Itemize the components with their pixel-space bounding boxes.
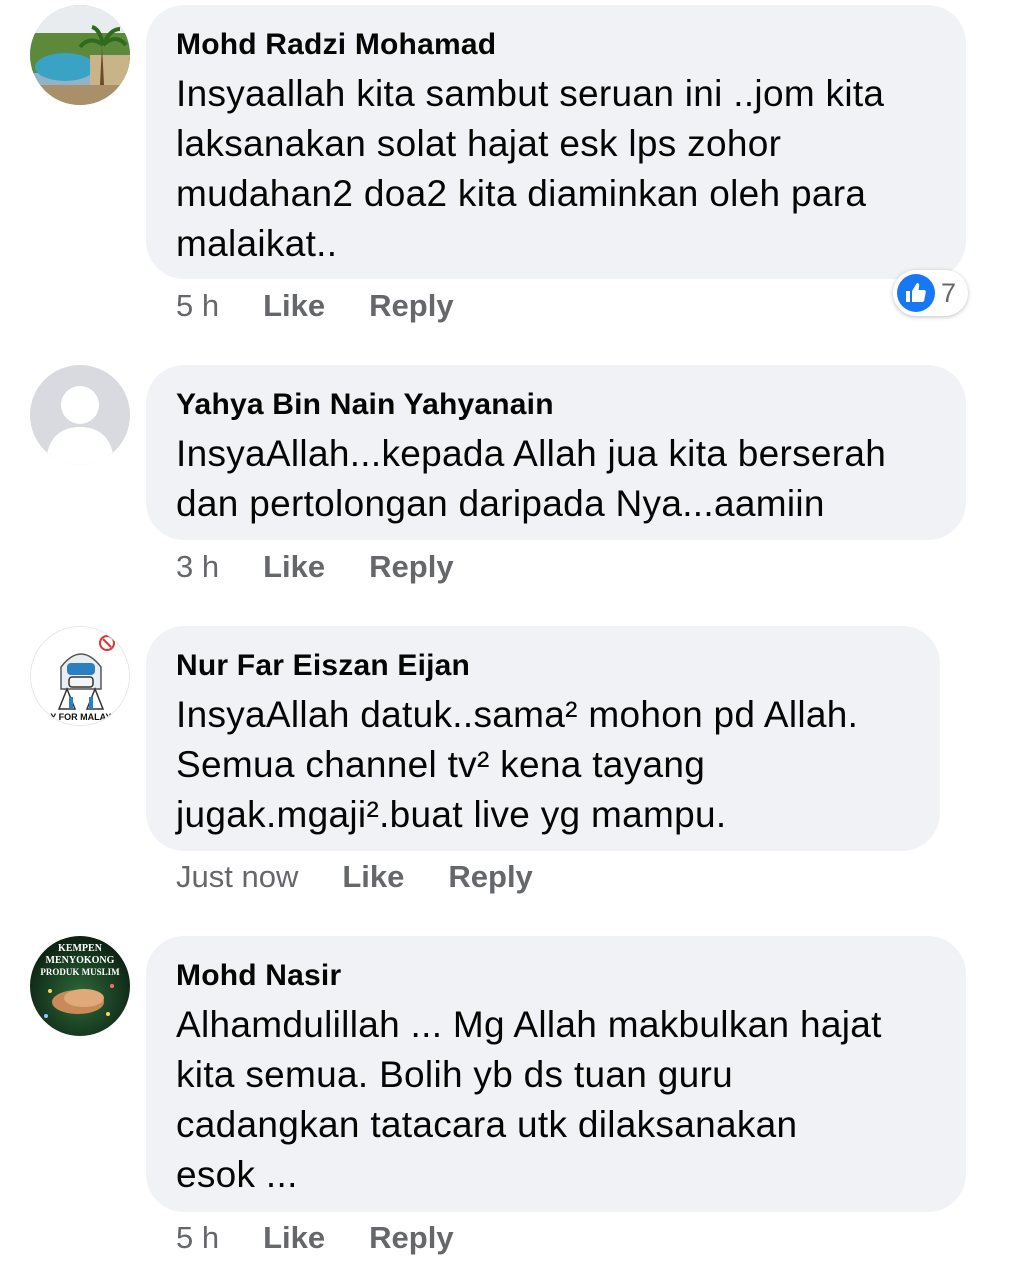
comment-text-line: dan pertolongan daripada Nya...aamiin	[176, 483, 825, 524]
comment-author[interactable]: Nur Far Eiszan Eijan	[176, 648, 910, 684]
avatar-caption-line: KEMPEN	[58, 943, 103, 954]
comment-actions: 5 h Like Reply	[176, 1218, 498, 1258]
avatar[interactable]: AY FOR MALAYS	[30, 626, 130, 726]
comment-timestamp[interactable]: 3 h	[176, 547, 219, 587]
comment-text-line: Insyaallah kita sambut seruan ini ..jom …	[176, 73, 885, 114]
reply-button[interactable]: Reply	[369, 547, 453, 587]
reply-button[interactable]: Reply	[369, 1218, 453, 1258]
comment-actions: 5 h Like Reply	[176, 286, 498, 326]
pool-photo-avatar	[30, 5, 130, 105]
avatar-caption-line: PRODUK MUSLIM	[40, 967, 120, 977]
reply-button[interactable]: Reply	[369, 286, 453, 326]
reaction-count: 7	[941, 277, 957, 308]
comment-text-line: InsyaAllah datuk..sama² mohon pd Allah.	[176, 694, 859, 735]
kempen-produk-muslim-avatar: KEMPEN MENYOKONG PRODUK MUSLIM	[30, 936, 130, 1036]
like-button[interactable]: Like	[263, 286, 325, 326]
comment-bubble: Nur Far Eiszan Eijan InsyaAllah datuk..s…	[146, 626, 940, 851]
comment-text-line: InsyaAllah...kepada Allah jua kita berse…	[176, 433, 887, 474]
default-silhouette-avatar	[30, 365, 130, 465]
comment-text-line: laksanakan solat hajat esk lps zohor	[176, 123, 782, 164]
comment-text: Alhamdulillah ... Mg Allah makbulkan haj…	[176, 1000, 936, 1200]
avatar[interactable]: KEMPEN MENYOKONG PRODUK MUSLIM	[30, 936, 130, 1036]
comment-bubble: Yahya Bin Nain Yahyanain InsyaAllah...ke…	[146, 365, 966, 540]
comment-author[interactable]: Mohd Nasir	[176, 958, 936, 994]
thumbs-up-icon	[897, 274, 935, 312]
comment-actions: Just now Like Reply	[176, 857, 577, 897]
pray-for-malaysia-avatar: AY FOR MALAYS	[31, 627, 129, 725]
comment-text-line: kita semua. Bolih yb ds tuan guru	[176, 1054, 733, 1095]
comment-text-line: Alhamdulillah ... Mg Allah makbulkan haj…	[176, 1004, 882, 1045]
comment-text-line: Semua channel tv² kena tayang	[176, 744, 706, 785]
comment-text: Insyaallah kita sambut seruan ini ..jom …	[176, 69, 936, 269]
comment-text-line: jugak.mgaji².buat live yg mampu.	[176, 794, 727, 835]
comment-bubble: Mohd Nasir Alhamdulillah ... Mg Allah ma…	[146, 936, 966, 1212]
comment-bubble: Mohd Radzi Mohamad Insyaallah kita sambu…	[146, 5, 966, 279]
avatar[interactable]	[30, 5, 130, 105]
avatar-caption-line: MENYOKONG	[46, 955, 115, 966]
comment-actions: 3 h Like Reply	[176, 547, 498, 587]
comment-author[interactable]: Yahya Bin Nain Yahyanain	[176, 387, 936, 423]
reaction-summary[interactable]: 7	[893, 270, 969, 316]
avatar-caption: AY FOR MALAYS	[45, 712, 118, 722]
comment-text-line: esok ...	[176, 1154, 298, 1195]
like-button[interactable]: Like	[342, 857, 404, 897]
comment-text-line: malaikat..	[176, 223, 338, 264]
like-button[interactable]: Like	[263, 1218, 325, 1258]
avatar[interactable]	[30, 365, 130, 465]
comment-text-line: mudahan2 doa2 kita diaminkan oleh para	[176, 173, 867, 214]
comment-timestamp[interactable]: 5 h	[176, 1218, 219, 1258]
comment-text: InsyaAllah datuk..sama² mohon pd Allah. …	[176, 690, 910, 840]
like-button[interactable]: Like	[263, 547, 325, 587]
comment-text: InsyaAllah...kepada Allah jua kita berse…	[176, 429, 936, 529]
comment-timestamp[interactable]: Just now	[176, 857, 298, 897]
comment-timestamp[interactable]: 5 h	[176, 286, 219, 326]
comment-text-line: cadangkan tatacara utk dilaksanakan	[176, 1104, 798, 1145]
comment-author[interactable]: Mohd Radzi Mohamad	[176, 27, 936, 63]
reply-button[interactable]: Reply	[448, 857, 532, 897]
